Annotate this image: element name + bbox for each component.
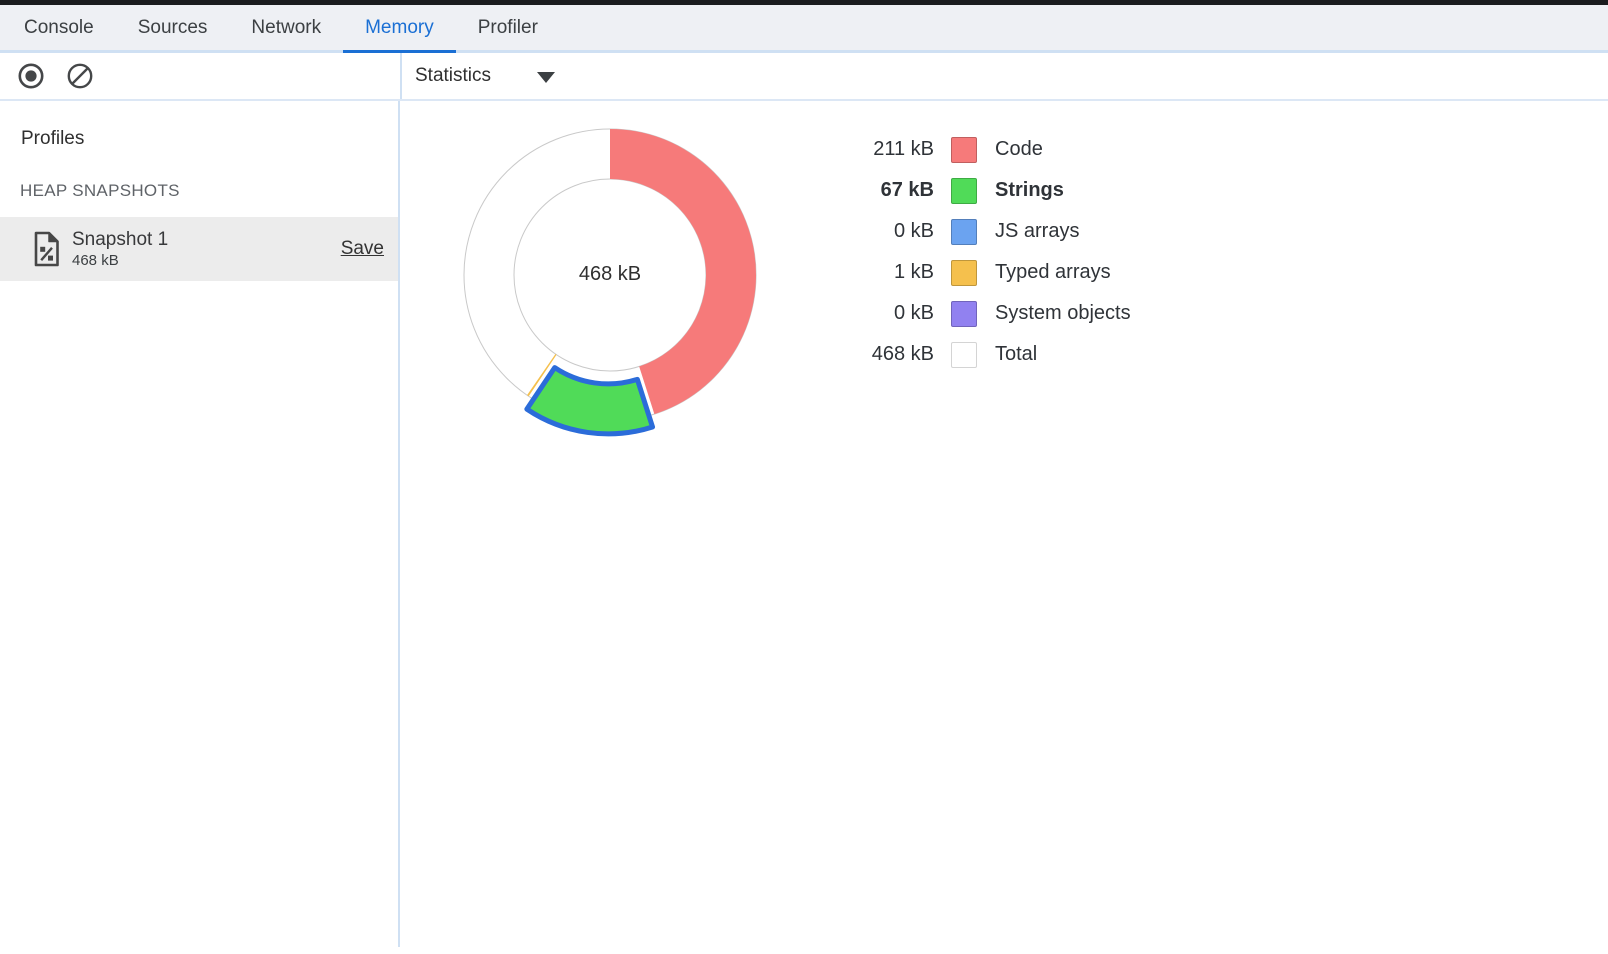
record-icon[interactable] [17,62,45,90]
tab-memory-label: Memory [365,17,434,39]
legend-row-total[interactable]: 468 kB Total [849,334,1131,375]
memory-toolbar: Statistics [0,53,1608,101]
memory-panel-body: Profiles HEAP SNAPSHOTS Snapshot 1 468 k… [0,101,1608,947]
clear-all-icon[interactable] [66,62,94,90]
perspective-select-value: Statistics [415,65,491,87]
profiles-toolbar [0,53,400,99]
legend-row-code[interactable]: 211 kB Code [849,129,1131,170]
statistics-toolbar: Statistics [400,53,1608,99]
snapshot-title: Snapshot 1 [72,229,168,251]
legend-label-total: Total [995,343,1037,366]
legend-value-code: 211 kB [849,138,934,161]
legend-swatch-code [951,137,977,163]
legend-value-strings: 67 kB [849,179,934,202]
donut-slice-strings[interactable] [527,368,653,434]
tab-sources[interactable]: Sources [116,5,230,50]
profiles-sidebar: Profiles HEAP SNAPSHOTS Snapshot 1 468 k… [0,101,400,947]
profiles-heading: Profiles [0,101,398,150]
legend-swatch-system-objects [951,301,977,327]
save-snapshot-link[interactable]: Save [341,238,384,260]
snapshot-text-block: Snapshot 1 468 kB [72,229,168,269]
legend-label-system-objects: System objects [995,302,1131,325]
tab-sources-label: Sources [138,17,208,39]
tab-memory[interactable]: Memory [343,5,456,50]
tab-console-label: Console [24,17,94,39]
tab-profiler-label: Profiler [478,17,538,39]
legend-label-typed-arrays: Typed arrays [995,261,1111,284]
legend-swatch-total [951,342,977,368]
heap-snapshot-icon [33,231,60,267]
heap-snapshots-section-heading: HEAP SNAPSHOTS [20,181,398,201]
tab-console[interactable]: Console [2,5,116,50]
legend-label-js-arrays: JS arrays [995,220,1079,243]
legend-row-js-arrays[interactable]: 0 kB JS arrays [849,211,1131,252]
legend-label-strings: Strings [995,179,1064,202]
legend-value-total: 468 kB [849,343,934,366]
tab-network[interactable]: Network [229,5,343,50]
legend-row-system-objects[interactable]: 0 kB System objects [849,293,1131,334]
statistics-pane: 468 kB 211 kB Code 67 kB Strings 0 kB JS arra… [400,101,1608,947]
legend-value-typed-arrays: 1 kB [849,261,934,284]
legend-label-code: Code [995,138,1043,161]
tab-profiler[interactable]: Profiler [456,5,560,50]
tab-network-label: Network [251,17,321,39]
legend-swatch-strings [951,178,977,204]
legend-row-typed-arrays[interactable]: 1 kB Typed arrays [849,252,1131,293]
legend-row-strings[interactable]: 67 kB Strings [849,170,1131,211]
donut-center-label: 468 kB [510,263,710,286]
statistics-legend: 211 kB Code 67 kB Strings 0 kB JS arrays 1 kB T… [849,129,1131,375]
legend-swatch-typed-arrays [951,260,977,286]
legend-swatch-js-arrays [951,219,977,245]
devtools-tabbar: Console Sources Network Memory Profiler [0,5,1608,53]
chevron-down-icon [537,72,555,83]
legend-value-js-arrays: 0 kB [849,220,934,243]
sidebar-item-snapshot-1[interactable]: Snapshot 1 468 kB Save [0,217,398,281]
devtools-window: Console Sources Network Memory Profiler [0,0,1608,954]
snapshot-size: 468 kB [72,252,168,269]
legend-value-system-objects: 0 kB [849,302,934,325]
perspective-select[interactable]: Statistics [415,65,555,87]
